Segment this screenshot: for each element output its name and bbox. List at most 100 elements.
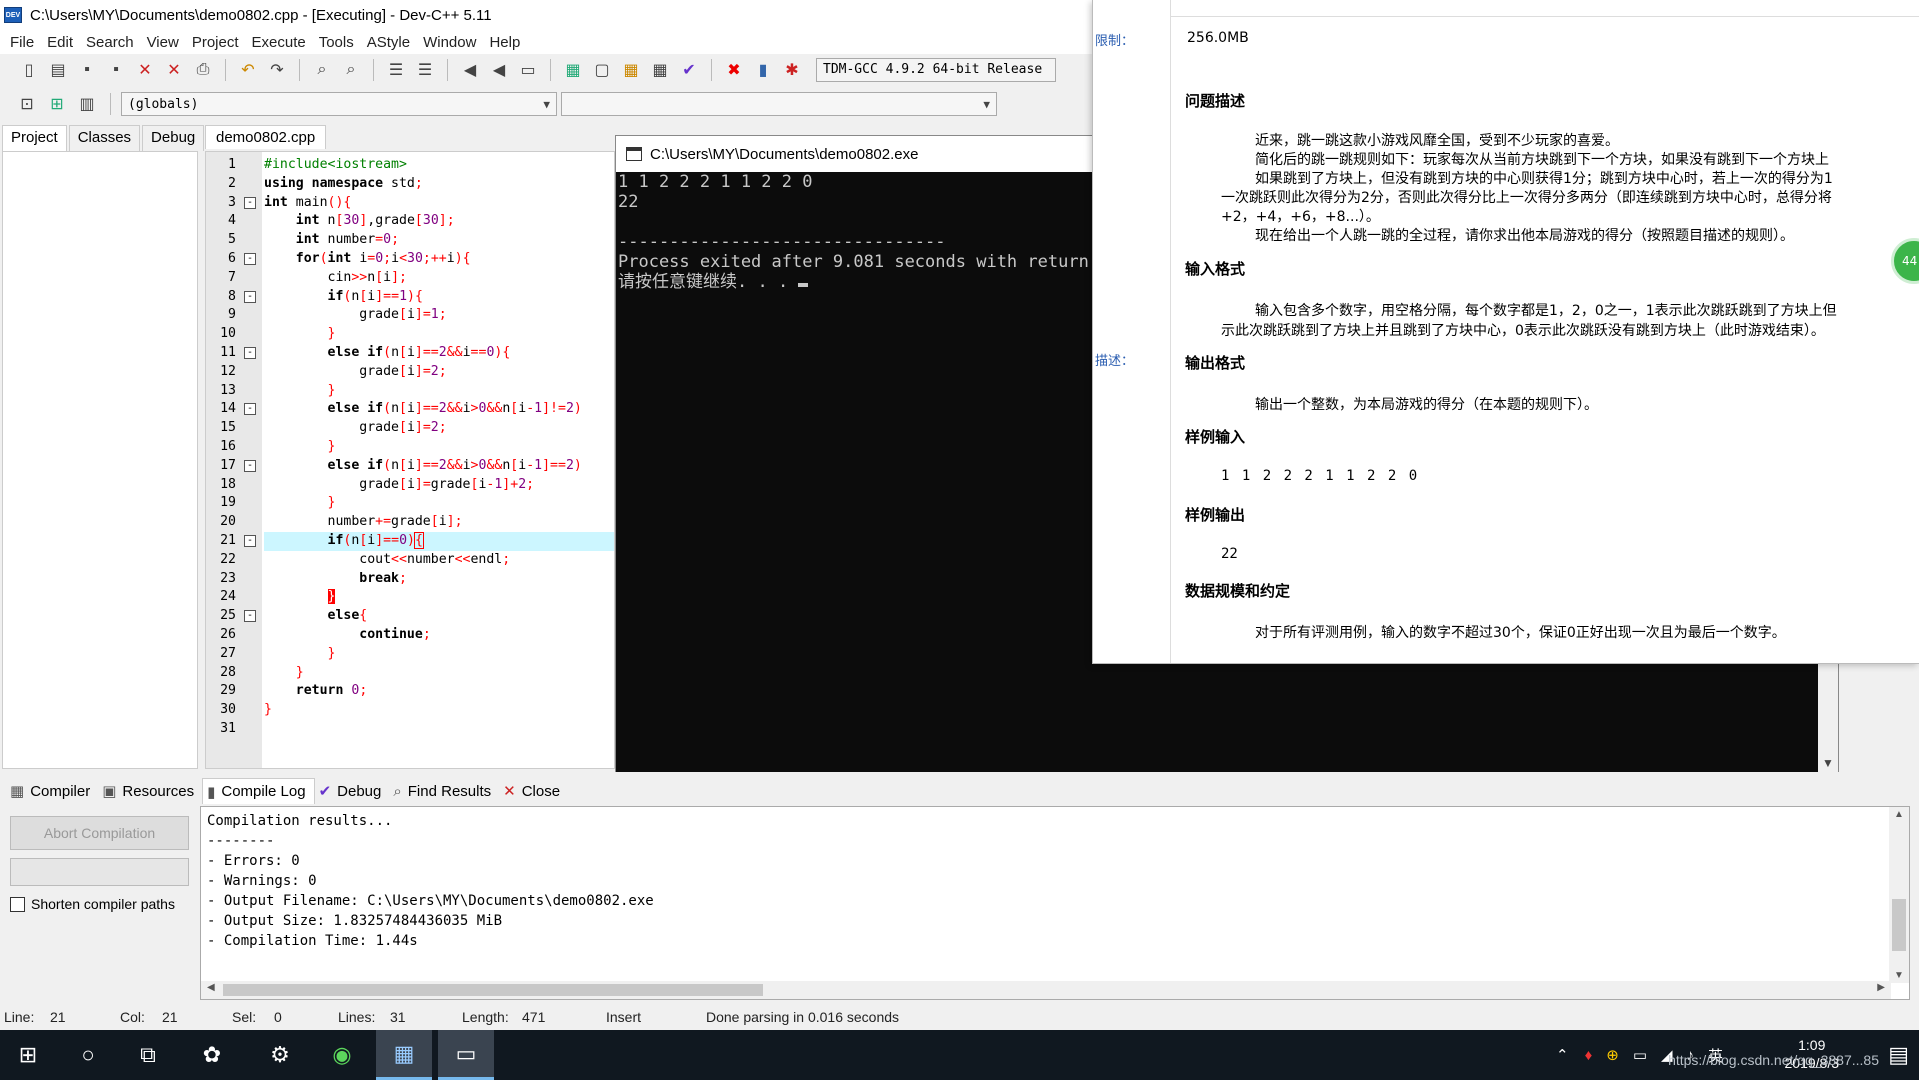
shorten-paths-checkbox[interactable]	[10, 896, 25, 912]
editor-tab-demo0802[interactable]: demo0802.cpp	[205, 125, 327, 149]
toggle-icon[interactable]: ⊞	[44, 91, 70, 117]
replace-icon[interactable]: ⌕	[338, 57, 364, 83]
code-line[interactable]: 25- else{	[206, 607, 614, 626]
code-line[interactable]: 15 grade[i]=2;	[206, 419, 614, 438]
globals-select[interactable]: (globals) ▼	[121, 92, 557, 116]
insert-icon[interactable]: ⊡	[14, 91, 40, 117]
code-line[interactable]: 14- else if(n[i]==2&&i>0&&n[i-1]!=2)	[206, 400, 614, 419]
close-file-icon[interactable]: ✕	[132, 57, 158, 83]
tab-debug[interactable]: Debug	[142, 125, 205, 151]
code-line[interactable]: 31	[206, 720, 614, 739]
redo-icon[interactable]: ↷	[264, 57, 290, 83]
menu-astyle[interactable]: AStyle	[363, 34, 419, 51]
save-icon[interactable]: ▪	[74, 57, 100, 83]
compile-log[interactable]: Compilation results... -------- - Errors…	[200, 806, 1910, 1000]
code-line[interactable]: 21- if(n[i]==0){	[206, 531, 614, 551]
tray-plus-icon[interactable]: ⊕	[1606, 1046, 1619, 1064]
code-line[interactable]: 13 }	[206, 382, 614, 401]
log-horizontal-scrollbar[interactable]: ◀ ▶	[201, 981, 1891, 999]
code-line[interactable]: 26 continue;	[206, 626, 614, 645]
code-line[interactable]: 16 }	[206, 438, 614, 457]
run-icon[interactable]: ▢	[589, 57, 615, 83]
tray-app-icon[interactable]: ♦	[1585, 1047, 1593, 1064]
rebuild-icon[interactable]: ▦	[647, 57, 673, 83]
code-line[interactable]: 8- if(n[i]==1){	[206, 288, 614, 307]
fold-toggle-icon[interactable]: -	[244, 346, 256, 359]
console-taskbar-icon[interactable]: ▭	[438, 1030, 494, 1080]
tab-classes[interactable]: Classes	[68, 125, 141, 151]
browser-icon[interactable]: ◉	[314, 1030, 370, 1080]
goto-icon[interactable]: ▥	[74, 91, 100, 117]
menu-execute[interactable]: Execute	[248, 34, 315, 51]
scroll-up-icon[interactable]: ▲	[1894, 809, 1904, 820]
devcpp-taskbar-icon[interactable]: ▦	[376, 1030, 432, 1080]
fold-toggle-icon[interactable]: -	[244, 290, 256, 303]
tab-resources[interactable]: ▣ Resources	[98, 778, 202, 804]
code-line[interactable]: 3- int main(){	[206, 194, 614, 213]
menu-edit[interactable]: Edit	[43, 34, 82, 51]
code-line[interactable]: 7 cin>>n[i];	[206, 269, 614, 288]
code-line[interactable]: 2 using namespace std;	[206, 175, 614, 194]
scroll-right-icon[interactable]: ▶	[1877, 982, 1885, 993]
scroll-left-icon[interactable]: ◀	[207, 982, 215, 993]
tab-compile-log[interactable]: ▮ Compile Log	[202, 778, 315, 804]
code-line[interactable]: 10 }	[206, 325, 614, 344]
compile-icon[interactable]: ▦	[560, 57, 586, 83]
fold-toggle-icon[interactable]: -	[244, 196, 256, 209]
tab-compiler[interactable]: ▦ Compiler	[6, 778, 98, 804]
scroll-down-icon[interactable]: ▼	[1822, 756, 1834, 770]
menu-tools[interactable]: Tools	[315, 34, 363, 51]
tab-project[interactable]: Project	[2, 125, 67, 151]
open-file-icon[interactable]: ▤	[45, 57, 71, 83]
indent-icon[interactable]: ☰	[383, 57, 409, 83]
save-all-icon[interactable]: ▪	[103, 57, 129, 83]
code-line[interactable]: 28 }	[206, 664, 614, 683]
code-line[interactable]: 20 number+=grade[i];	[206, 513, 614, 532]
menu-help[interactable]: Help	[485, 34, 529, 51]
close-all-icon[interactable]: ✕	[161, 57, 187, 83]
tab-close[interactable]: ✕ Close	[499, 778, 568, 804]
code-line[interactable]: 24 }	[206, 588, 614, 607]
new-file-icon[interactable]: ▯	[16, 57, 42, 83]
code-line[interactable]: 27 }	[206, 645, 614, 664]
battery-icon[interactable]: ▭	[1633, 1046, 1647, 1064]
code-editor[interactable]: 1 #include<iostream> 2 using namespace std;…	[205, 151, 615, 769]
windows-start-icon[interactable]: ⊞	[0, 1030, 56, 1080]
undo-icon[interactable]: ↶	[235, 57, 261, 83]
code-line[interactable]: 4 int n[30],grade[30];	[206, 212, 614, 231]
menu-search[interactable]: Search	[82, 34, 143, 51]
settings-gear-icon[interactable]: ⚙	[252, 1030, 308, 1080]
compiler-select[interactable]: TDM-GCC 4.9.2 64-bit Release	[816, 58, 1056, 82]
print-icon[interactable]: ⎙	[190, 57, 216, 83]
find-icon[interactable]: ⌕	[309, 57, 335, 83]
code-line[interactable]: 18 grade[i]=grade[i-1]+2;	[206, 476, 614, 495]
code-line[interactable]: 5 int number=0;	[206, 231, 614, 250]
menu-project[interactable]: Project	[188, 34, 248, 51]
app-swirl-icon[interactable]: ✿	[184, 1030, 240, 1080]
code-line[interactable]: 9 grade[i]=1;	[206, 306, 614, 325]
profile-icon[interactable]: ▮	[750, 57, 776, 83]
code-line[interactable]: 11- else if(n[i]==2&&i==0){	[206, 344, 614, 363]
code-line[interactable]: 12 grade[i]=2;	[206, 363, 614, 382]
stop-execution-icon[interactable]: ✖	[721, 57, 747, 83]
fold-toggle-icon[interactable]: -	[244, 610, 256, 623]
code-line[interactable]: 29 return 0;	[206, 682, 614, 701]
tab-find-results[interactable]: ⌕ Find Results	[389, 778, 499, 804]
code-line[interactable]: 30}	[206, 701, 614, 720]
code-line[interactable]: 22 cout<<number<<endl;	[206, 551, 614, 570]
code-line[interactable]: 19 }	[206, 494, 614, 513]
unindent-icon[interactable]: ☰	[412, 57, 438, 83]
fold-toggle-icon[interactable]: -	[244, 252, 256, 265]
abort-compilation-button[interactable]: Abort Compilation	[10, 816, 189, 850]
debug-icon[interactable]: ✱	[779, 57, 805, 83]
goto-forward-icon[interactable]: ◀	[486, 57, 512, 83]
scroll-thumb[interactable]	[1892, 899, 1906, 951]
tab-debug-bottom[interactable]: ✔ Debug	[315, 778, 390, 804]
code-line[interactable]: 17- else if(n[i]==2&&i>0&&n[i-1]==2)	[206, 457, 614, 476]
fold-toggle-icon[interactable]: -	[244, 403, 256, 416]
fold-toggle-icon[interactable]: -	[244, 534, 256, 547]
code-line[interactable]: 23 break;	[206, 570, 614, 589]
code-line[interactable]: 6- for(int i=0;i<30;++i){	[206, 250, 614, 269]
goto-back-icon[interactable]: ◀	[457, 57, 483, 83]
compile-run-icon[interactable]: ▦	[618, 57, 644, 83]
